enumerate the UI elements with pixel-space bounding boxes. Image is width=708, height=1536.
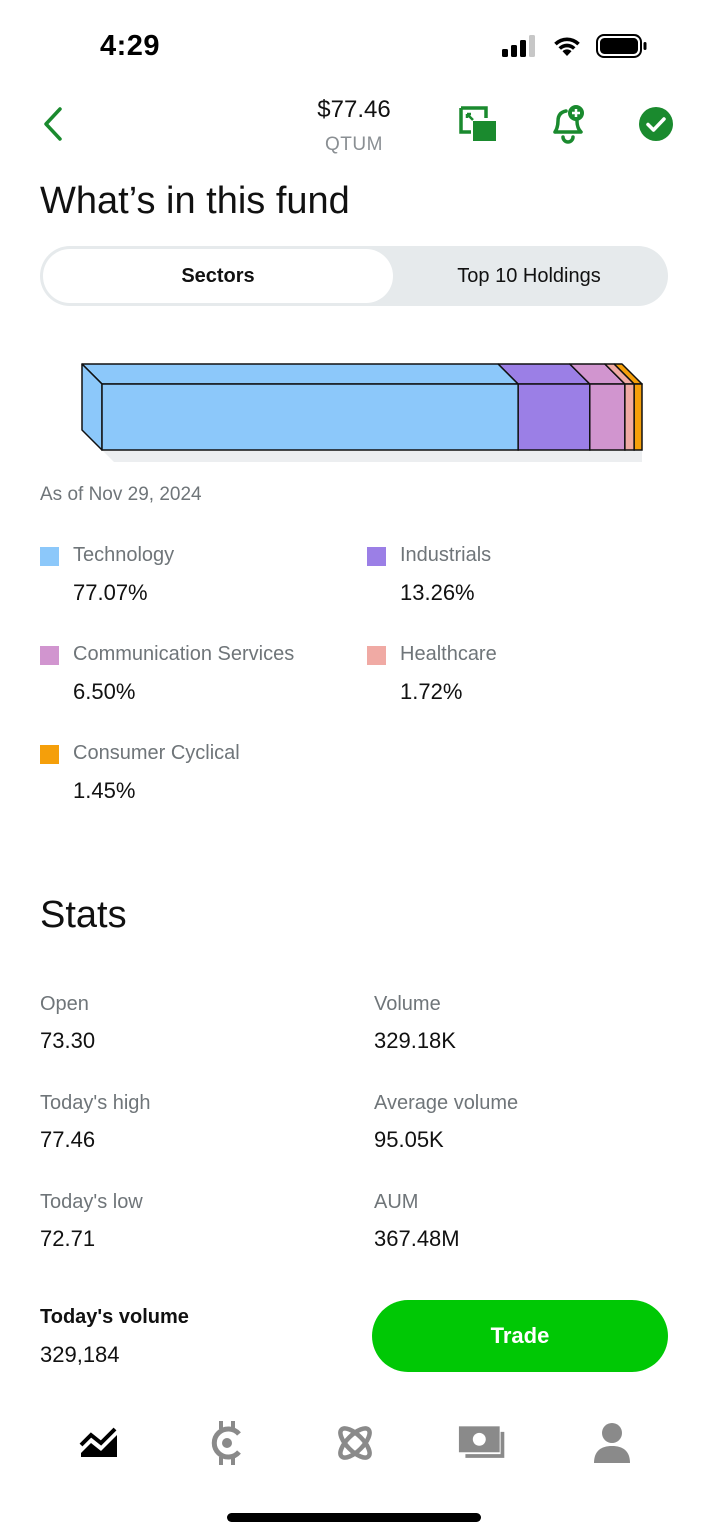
check-circle-icon xyxy=(639,107,673,141)
stat-average-volume: Average volume 95.05K xyxy=(374,1092,674,1153)
stat-todays-low: Today's low 72.71 xyxy=(40,1191,340,1252)
chart-shadow xyxy=(102,450,642,462)
crypto-icon xyxy=(338,1426,372,1460)
sector-stacked-bar-chart xyxy=(81,363,643,462)
status-icons xyxy=(502,34,648,63)
legend-swatch xyxy=(367,646,386,665)
legend-swatch xyxy=(40,745,59,764)
legend-name: Healthcare xyxy=(400,643,497,665)
legend-swatch xyxy=(40,646,59,665)
legend-name: Technology xyxy=(73,544,175,566)
compare-button[interactable] xyxy=(458,104,498,144)
investing-icon xyxy=(79,1427,117,1457)
tab-investing[interactable] xyxy=(74,1418,124,1468)
legend-value: 77.07% xyxy=(73,580,148,605)
stats-section-title: Stats xyxy=(40,894,127,936)
stat-value: 367.48M xyxy=(374,1226,460,1251)
legend-value: 1.72% xyxy=(400,679,463,704)
header-symbol: QTUM xyxy=(325,134,383,155)
add-alert-button[interactable] xyxy=(548,104,588,144)
stat-aum: AUM 367.48M xyxy=(374,1191,674,1252)
tab-top-10-holdings[interactable]: Top 10 Holdings xyxy=(393,249,665,303)
stat-volume: Volume 329.18K xyxy=(374,993,674,1054)
todays-volume-label: Today's volume xyxy=(40,1306,189,1328)
trade-button[interactable]: Trade xyxy=(372,1300,668,1372)
stat-value: 72.71 xyxy=(40,1226,96,1251)
nav-header: $77.46 QTUM xyxy=(0,90,708,160)
legend-value: 1.45% xyxy=(73,778,136,803)
bar-segment-consumer-cyclical xyxy=(633,383,643,451)
bar-segment-healthcare xyxy=(624,383,635,451)
header-price: $77.46 xyxy=(317,96,391,123)
legend-name: Communication Services xyxy=(73,643,295,665)
bar-segment-communication-services xyxy=(589,383,626,451)
cellular-signal-icon xyxy=(502,35,538,62)
cash-icon xyxy=(458,1426,505,1458)
legend-value: 6.50% xyxy=(73,679,136,704)
legend-swatch xyxy=(40,547,59,566)
browse-icon xyxy=(211,1421,241,1465)
status-bar: 4:29 xyxy=(0,0,708,90)
todays-volume-value: 329,184 xyxy=(40,1342,120,1367)
tab-account[interactable] xyxy=(587,1418,637,1468)
stat-value: 77.46 xyxy=(40,1127,96,1152)
tab-crypto[interactable] xyxy=(330,1418,380,1468)
account-icon xyxy=(594,1423,630,1463)
bar-segment-technology xyxy=(101,383,519,451)
as-of-date: As of Nov 29, 2024 xyxy=(40,484,202,505)
stat-todays-high: Today's high 77.46 xyxy=(40,1092,340,1153)
stat-label: Today's low xyxy=(40,1191,143,1213)
bar-segment-industrials xyxy=(517,383,591,451)
picture-in-picture-icon xyxy=(459,106,496,141)
tab-browse[interactable] xyxy=(202,1418,252,1468)
bell-plus-icon xyxy=(553,105,584,144)
wifi-icon xyxy=(552,35,582,62)
legend-name: Consumer Cyclical xyxy=(73,742,240,764)
home-indicator xyxy=(227,1513,481,1522)
bar-top-technology xyxy=(81,363,519,385)
fund-section-title: What’s in this fund xyxy=(40,180,350,222)
stat-value: 95.05K xyxy=(374,1127,444,1152)
in-watchlist-button[interactable] xyxy=(636,104,676,144)
stat-label: Average volume xyxy=(374,1092,519,1114)
legend-value: 13.26% xyxy=(400,580,475,605)
status-time: 4:29 xyxy=(100,30,161,62)
stat-label: AUM xyxy=(374,1191,419,1213)
legend-swatch xyxy=(367,547,386,566)
legend-name: Industrials xyxy=(400,544,492,566)
battery-icon xyxy=(596,34,648,63)
stat-value: 73.30 xyxy=(40,1028,96,1053)
stat-label: Today's high xyxy=(40,1092,151,1114)
stat-value: 329.18K xyxy=(374,1028,456,1053)
bottom-tab-bar xyxy=(0,1410,708,1480)
tab-sectors[interactable]: Sectors xyxy=(43,249,393,303)
stat-label: Volume xyxy=(374,993,441,1015)
stat-open: Open 73.30 xyxy=(40,993,340,1054)
tab-cash[interactable] xyxy=(458,1418,508,1468)
fund-segmented-control: Sectors Top 10 Holdings xyxy=(40,246,668,306)
stat-label: Open xyxy=(40,993,89,1015)
